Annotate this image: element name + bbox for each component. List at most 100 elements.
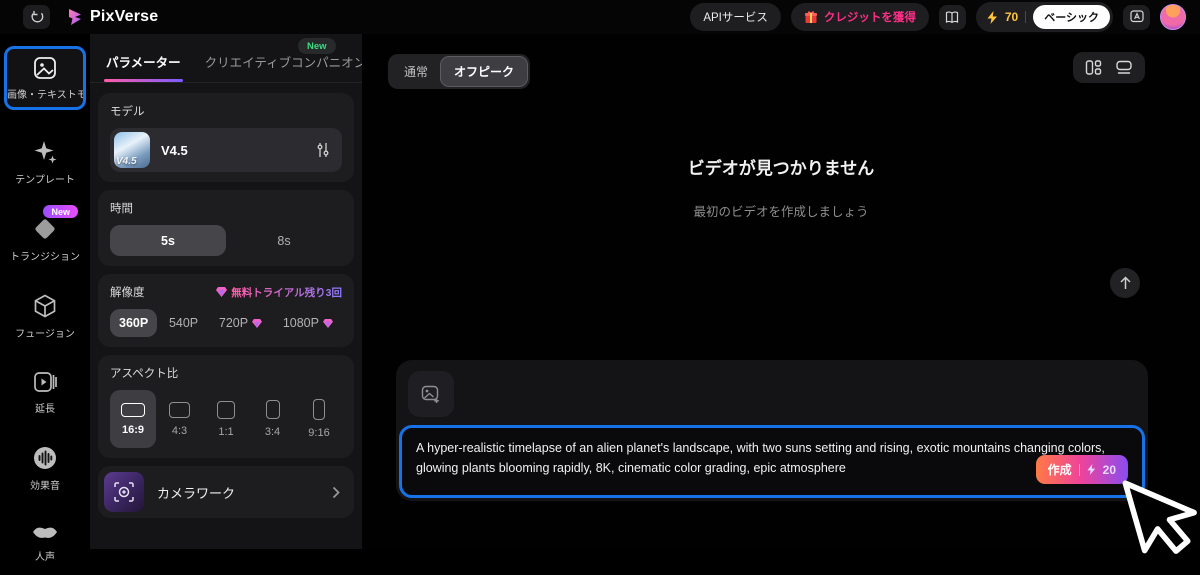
sidebar-item-extend[interactable]: 延長 bbox=[4, 363, 86, 421]
sidebar-item-label: テンプレート bbox=[15, 171, 75, 186]
aspect-4-3-icon bbox=[169, 402, 190, 418]
resolution-card: 解像度 無料トライアル残り3回 360P 540P bbox=[98, 274, 354, 347]
sound-effect-icon bbox=[32, 445, 58, 471]
aspect-9-16[interactable]: 9:16 bbox=[296, 390, 342, 448]
sidebar-item-fusion[interactable]: フュージョン bbox=[4, 286, 86, 346]
model-card: モデル V4.5 V4.5 bbox=[98, 93, 354, 182]
lightning-icon bbox=[1087, 464, 1096, 475]
tab-creative-companion[interactable]: クリエイティブコンパニオン bbox=[205, 52, 367, 82]
prompt-composer: A hyper-realistic timelapse of an alien … bbox=[396, 360, 1148, 501]
gem-icon bbox=[323, 319, 333, 328]
camera-work-card: カメラワーク bbox=[98, 466, 354, 518]
diamond-icon bbox=[32, 216, 58, 242]
aspect-16-9-icon bbox=[121, 403, 145, 417]
sidebar-item-label: 延長 bbox=[35, 400, 55, 415]
resolution-720p[interactable]: 720P bbox=[210, 309, 271, 337]
parameter-panel: パラメーター クリエイティブコンパニオン New モデル V4.5 V4.5 bbox=[90, 34, 362, 549]
duration-card: 時間 5s 8s bbox=[98, 190, 354, 266]
aspect-ratio-label: アスペクト比 bbox=[110, 365, 342, 381]
sidebar-item-image-text-mode[interactable]: 画像・テキストモード bbox=[4, 46, 86, 110]
camera-focus-icon bbox=[104, 472, 144, 512]
docs-button[interactable] bbox=[939, 5, 966, 30]
create-cost: 20 bbox=[1103, 463, 1116, 477]
back-arrow-icon bbox=[30, 10, 44, 24]
new-badge: New bbox=[43, 205, 78, 218]
sidebar: 画像・テキストモード テンプレート New トランジション bbox=[0, 34, 90, 549]
topbar: PixVerse APIサービス クレジットを獲得 bbox=[0, 0, 1200, 34]
resolution-options: 360P 540P 720P 1080P bbox=[110, 309, 342, 337]
add-image-button[interactable] bbox=[408, 371, 454, 417]
aspect-1-1-icon bbox=[217, 401, 235, 419]
gift-icon bbox=[804, 10, 818, 24]
add-image-icon bbox=[421, 385, 441, 404]
avatar[interactable] bbox=[1160, 4, 1186, 30]
sidebar-item-sound-effects[interactable]: 効果音 bbox=[4, 438, 86, 498]
sidebar-item-label: 人声 bbox=[35, 548, 55, 563]
content: 画像・テキストモード テンプレート New トランジション bbox=[0, 34, 1200, 549]
language-icon bbox=[1130, 10, 1144, 24]
language-button[interactable] bbox=[1123, 5, 1150, 30]
tab-parameters[interactable]: パラメーター bbox=[106, 52, 181, 82]
mode-offpeak-tab[interactable]: オフピーク bbox=[441, 57, 527, 86]
credit-balance[interactable]: 70 ベーシック bbox=[976, 2, 1113, 32]
chevron-right-icon bbox=[332, 486, 340, 499]
api-service-button[interactable]: APIサービス bbox=[690, 3, 781, 31]
cube-icon bbox=[32, 293, 58, 319]
divider bbox=[1025, 11, 1026, 23]
brand[interactable]: PixVerse bbox=[68, 8, 158, 26]
lightning-icon bbox=[987, 11, 998, 24]
model-selector[interactable]: V4.5 V4.5 bbox=[110, 128, 342, 172]
image-text-mode-icon bbox=[32, 56, 58, 80]
create-label: 作成 bbox=[1048, 461, 1072, 478]
prompt-text: A hyper-realistic timelapse of an alien … bbox=[416, 438, 1128, 478]
aspect-16-9[interactable]: 16:9 bbox=[110, 390, 156, 448]
aspect-4-3[interactable]: 4:3 bbox=[157, 390, 203, 448]
plan-badge[interactable]: ベーシック bbox=[1033, 5, 1110, 29]
aspect-ratio-card: アスペクト比 16:9 4:3 1:1 bbox=[98, 355, 354, 458]
book-icon bbox=[945, 11, 959, 24]
grid-view-icon[interactable] bbox=[1085, 59, 1102, 76]
sparkle-icon bbox=[32, 139, 58, 165]
earn-credits-button[interactable]: クレジットを獲得 bbox=[791, 3, 929, 31]
model-label: モデル bbox=[110, 103, 342, 119]
back-button[interactable] bbox=[23, 5, 50, 29]
duration-label: 時間 bbox=[110, 200, 342, 216]
sidebar-item-transition[interactable]: New トランジション bbox=[4, 209, 86, 269]
sidebar-item-label: フュージョン bbox=[15, 325, 75, 340]
empty-state: ビデオが見つかりません 最初のビデオを作成しましょう bbox=[362, 154, 1200, 220]
resolution-540p[interactable]: 540P bbox=[160, 309, 207, 337]
resolution-1080p[interactable]: 1080P bbox=[274, 309, 342, 337]
duration-8s[interactable]: 8s bbox=[226, 225, 342, 256]
companion-new-badge: New bbox=[298, 38, 336, 54]
resolution-360p[interactable]: 360P bbox=[110, 309, 157, 337]
sidebar-item-label: トランジション bbox=[10, 248, 80, 263]
sliders-icon[interactable] bbox=[316, 142, 330, 158]
camera-work-label: カメラワーク bbox=[157, 483, 319, 502]
divider bbox=[1079, 464, 1080, 476]
aspect-3-4[interactable]: 3:4 bbox=[250, 390, 296, 448]
empty-subtitle: 最初のビデオを作成しましょう bbox=[362, 201, 1200, 220]
extend-video-icon bbox=[32, 370, 58, 394]
row-view-icon[interactable] bbox=[1115, 59, 1133, 76]
empty-title: ビデオが見つかりません bbox=[362, 154, 1200, 179]
sidebar-item-label: 画像・テキストモード bbox=[7, 86, 83, 101]
duration-5s[interactable]: 5s bbox=[110, 225, 226, 256]
sidebar-item-template[interactable]: テンプレート bbox=[4, 132, 86, 192]
queue-mode-tabs: 通常 オフピーク bbox=[388, 54, 530, 89]
resolution-label: 解像度 bbox=[110, 284, 145, 300]
camera-work-row[interactable]: カメラワーク bbox=[104, 472, 348, 512]
scroll-to-top-button[interactable] bbox=[1110, 268, 1140, 298]
panel-tabs: パラメーター クリエイティブコンパニオン New bbox=[90, 34, 362, 83]
panel-cards: モデル V4.5 V4.5 時間 bbox=[90, 83, 362, 528]
mode-normal-tab[interactable]: 通常 bbox=[391, 57, 441, 86]
aspect-9-16-icon bbox=[313, 399, 325, 420]
sidebar-item-voice[interactable]: 人声 bbox=[4, 515, 86, 569]
sidebar-item-label: 効果音 bbox=[30, 477, 60, 492]
pixverse-logo-icon bbox=[68, 8, 83, 26]
prompt-input[interactable]: A hyper-realistic timelapse of an alien … bbox=[399, 425, 1145, 498]
free-trial-note: 無料トライアル残り3回 bbox=[216, 285, 342, 300]
topbar-actions: APIサービス クレジットを獲得 bbox=[690, 2, 1186, 32]
gem-icon bbox=[216, 287, 227, 297]
aspect-3-4-icon bbox=[266, 400, 280, 419]
aspect-1-1[interactable]: 1:1 bbox=[203, 390, 249, 448]
